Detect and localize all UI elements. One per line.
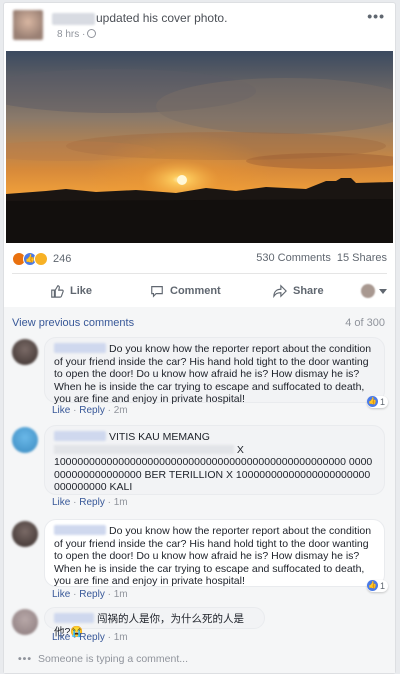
like-button[interactable]: Like bbox=[50, 284, 92, 298]
like-reaction-icon: 👍 bbox=[366, 580, 378, 592]
commenter-name-redacted[interactable] bbox=[54, 613, 94, 623]
commenter-avatar[interactable] bbox=[12, 339, 38, 365]
comment-reaction-count: 1 bbox=[379, 580, 385, 591]
comment-reaction-badge[interactable]: 👍 1 bbox=[366, 395, 388, 408]
comment-icon bbox=[151, 286, 163, 298]
cover-photo[interactable] bbox=[6, 51, 393, 243]
shares-count[interactable]: 15 Shares bbox=[337, 252, 387, 264]
comment-like-link[interactable]: Like bbox=[52, 632, 70, 643]
comment-reply-link[interactable]: Reply bbox=[79, 632, 105, 643]
post-stats: 👍 246 530 Comments 15 Shares bbox=[12, 252, 387, 268]
typing-text: Someone is typing a comment... bbox=[38, 653, 189, 665]
commenter-avatar[interactable] bbox=[12, 609, 38, 635]
view-previous-comments-link[interactable]: View previous comments bbox=[12, 317, 134, 329]
commenter-name-redacted[interactable] bbox=[54, 343, 106, 353]
comment-meta: Like · Reply · 2m bbox=[52, 405, 128, 416]
engagement-counts: 530 Comments 15 Shares bbox=[256, 252, 387, 264]
comment-reaction-count: 1 bbox=[379, 396, 385, 407]
more-options-icon[interactable]: ••• bbox=[367, 8, 385, 24]
share-button[interactable]: Share bbox=[273, 284, 324, 298]
commenter-avatar[interactable] bbox=[12, 521, 38, 547]
typing-indicator: ••• Someone is typing a comment... bbox=[18, 653, 188, 665]
comments-count[interactable]: 530 Comments bbox=[256, 252, 331, 264]
commenter-name-redacted[interactable] bbox=[54, 525, 106, 535]
comment-button[interactable]: Comment bbox=[150, 284, 221, 298]
comment-reply-link[interactable]: Reply bbox=[79, 589, 105, 600]
comment-like-link[interactable]: Like bbox=[52, 589, 70, 600]
wow-reaction-icon bbox=[34, 252, 48, 266]
post-as-selector[interactable] bbox=[361, 284, 387, 298]
comment-bubble: Do you know how the reporter report abou… bbox=[44, 519, 388, 592]
author-name-redacted[interactable] bbox=[52, 13, 95, 25]
post-header-text: updated his cover photo. bbox=[96, 11, 228, 25]
like-reaction-icon: 👍 bbox=[366, 396, 378, 408]
commenter-name-redacted[interactable] bbox=[54, 431, 106, 441]
comment-meta: Like · Reply · 1m bbox=[52, 589, 128, 600]
timestamp-text: 8 hrs · bbox=[57, 29, 86, 40]
comment-item: Do you know how the reporter report abou… bbox=[12, 519, 388, 605]
comment-meta: Like · Reply · 1m bbox=[52, 632, 128, 643]
comment-time[interactable]: 1m bbox=[114, 497, 128, 508]
author-avatar[interactable] bbox=[13, 10, 43, 40]
like-label: Like bbox=[70, 285, 93, 297]
comment-bubble: VITIS KAU MEMANG X 100000000000000000000… bbox=[44, 425, 385, 495]
comment-text: VITIS KAU MEMANG bbox=[109, 431, 210, 443]
typing-dots-icon: ••• bbox=[18, 653, 33, 665]
comment-reply-link[interactable]: Reply bbox=[79, 405, 105, 416]
post-timestamp[interactable]: 8 hrs · bbox=[57, 29, 97, 40]
comment-label: Comment bbox=[170, 285, 221, 297]
thumbs-up-icon bbox=[51, 285, 64, 298]
commenter-avatar[interactable] bbox=[12, 427, 38, 453]
comment-like-link[interactable]: Like bbox=[52, 497, 70, 508]
post-header: updated his cover photo. 8 hrs · ••• bbox=[13, 8, 385, 44]
reaction-summary[interactable]: 👍 246 bbox=[12, 252, 71, 266]
comment-text-cont: 1000000000000000000000000000000000000000… bbox=[54, 456, 373, 493]
comment-time[interactable]: 2m bbox=[114, 405, 128, 416]
comment-bubble: Do you know how the reporter report abou… bbox=[44, 337, 388, 408]
comment-item: VITIS KAU MEMANG X 100000000000000000000… bbox=[12, 425, 385, 515]
post-card: updated his cover photo. 8 hrs · ••• 👍 2… bbox=[3, 2, 396, 674]
comments-section: View previous comments 4 of 300 Do you k… bbox=[4, 307, 395, 673]
globe-icon bbox=[87, 29, 97, 38]
sunset-image bbox=[6, 51, 393, 243]
post-actions-bar: Like Comment Share bbox=[12, 273, 387, 309]
chevron-down-icon bbox=[379, 288, 387, 294]
comment-item: 闯祸的人是你，为什么死的人是他?😭 Like · Reply · 1m bbox=[12, 607, 385, 647]
comment-reaction-badge[interactable]: 👍 1 bbox=[366, 579, 388, 592]
comment-time[interactable]: 1m bbox=[114, 632, 128, 643]
comment-meta: Like · Reply · 1m bbox=[52, 497, 128, 508]
comment-bubble: 闯祸的人是你，为什么死的人是他?😭 bbox=[44, 607, 265, 638]
comment-reply-link[interactable]: Reply bbox=[79, 497, 105, 508]
viewer-avatar bbox=[361, 284, 375, 298]
share-label: Share bbox=[293, 285, 324, 297]
comment-like-link[interactable]: Like bbox=[52, 405, 70, 416]
comment-time[interactable]: 1m bbox=[114, 589, 128, 600]
redacted-text bbox=[54, 444, 234, 454]
share-icon bbox=[273, 284, 287, 298]
reaction-count: 246 bbox=[53, 253, 72, 265]
comment-item: Do you know how the reporter report abou… bbox=[12, 337, 388, 423]
comments-pager: 4 of 300 bbox=[345, 317, 385, 329]
comment-text-cont: X bbox=[236, 443, 244, 456]
